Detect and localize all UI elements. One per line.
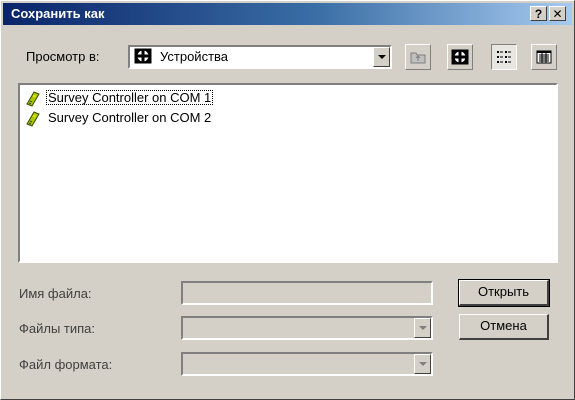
filetype-select[interactable] <box>181 316 433 340</box>
close-button[interactable]: ✕ <box>549 6 566 21</box>
device-folder-icon <box>134 48 152 64</box>
devices-button[interactable] <box>447 44 473 70</box>
chevron-down-icon <box>377 55 386 59</box>
handheld-device-icon <box>26 91 40 107</box>
fileformat-select[interactable] <box>181 352 433 376</box>
chevron-down-icon <box>418 362 427 366</box>
list-view-button[interactable] <box>491 44 517 70</box>
fileformat-label: Файл формата: <box>19 357 113 372</box>
list-item-label: Survey Controller on COM 2 <box>48 110 212 125</box>
list-view-icon <box>497 51 511 63</box>
file-list[interactable]: Survey Controller on COM 1 Survey Contro… <box>18 83 558 263</box>
lookin-combobox[interactable]: Устройства <box>128 45 392 69</box>
lookin-label: Просмотр в: <box>26 49 100 64</box>
window-title: Сохранить как <box>11 6 105 21</box>
list-item-label: Survey Controller on COM 1 <box>46 90 214 105</box>
lookin-value: Устройства <box>160 49 229 64</box>
title-bar[interactable]: Сохранить как ? ✕ <box>3 3 572 25</box>
devices-icon <box>451 49 469 65</box>
filetype-dropdown-button[interactable] <box>414 318 431 338</box>
chevron-down-icon <box>418 326 427 330</box>
up-folder-button[interactable] <box>405 44 431 70</box>
filename-label: Имя файла: <box>19 286 92 301</box>
up-folder-icon <box>410 52 426 64</box>
fileformat-dropdown-button[interactable] <box>414 354 431 374</box>
save-as-dialog: Сохранить как ? ✕ Просмотр в: Устройства <box>0 0 575 400</box>
filename-field[interactable] <box>181 281 433 305</box>
cancel-button[interactable]: Отмена <box>459 314 549 340</box>
lookin-dropdown-button[interactable] <box>373 47 390 67</box>
open-button[interactable]: Открыть <box>458 279 550 307</box>
filetype-label: Файлы типа: <box>19 321 96 336</box>
details-view-icon <box>536 50 552 64</box>
details-view-button[interactable] <box>531 44 557 70</box>
help-button[interactable]: ? <box>530 6 547 21</box>
handheld-device-icon <box>26 111 40 127</box>
